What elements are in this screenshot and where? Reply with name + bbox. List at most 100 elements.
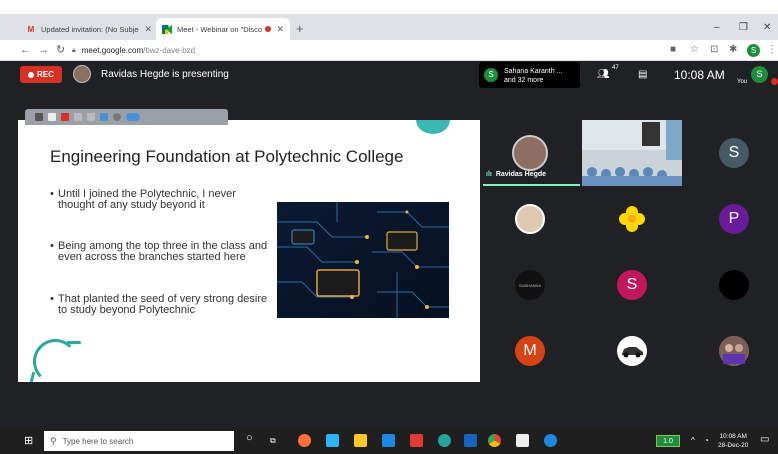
back-icon[interactable]: ← bbox=[20, 44, 31, 56]
ie-icon[interactable] bbox=[544, 434, 557, 447]
gmail-icon: M bbox=[27, 24, 35, 34]
camera-indicator-icon[interactable]: ■ bbox=[670, 43, 676, 57]
notification-icon[interactable]: ▭ bbox=[760, 435, 769, 445]
windows-start-icon[interactable]: ⊞ bbox=[24, 436, 33, 447]
copy-icon[interactable] bbox=[74, 113, 82, 121]
address-bar[interactable]: 🔒︎ meet.google.com /bwz-dave-bzd bbox=[72, 43, 662, 58]
chrome-icon[interactable] bbox=[488, 434, 501, 447]
self-status-dot bbox=[771, 78, 778, 85]
system-time: 10:08 AM bbox=[719, 433, 747, 440]
rec-label: REC bbox=[37, 70, 54, 79]
participants-text: Sahana Karanth ... and 32 more bbox=[504, 67, 562, 85]
close-tab-icon[interactable]: ✕ bbox=[276, 24, 284, 35]
participant-tile[interactable]: M bbox=[480, 318, 580, 384]
battery-indicator[interactable]: 1.0 bbox=[656, 435, 680, 447]
participant-tile[interactable] bbox=[480, 186, 580, 252]
chat-icon[interactable]: ▤ bbox=[638, 69, 647, 81]
edge-icon[interactable] bbox=[438, 434, 451, 447]
task-view-icon[interactable]: ⧉ bbox=[270, 436, 276, 445]
forward-icon[interactable]: → bbox=[38, 44, 49, 56]
participant-avatar: S bbox=[719, 138, 749, 168]
participant-photo bbox=[515, 204, 545, 234]
bullet-text: That planted the seed of very strong des… bbox=[58, 293, 268, 316]
speaking-icon: ılı bbox=[486, 171, 492, 178]
self-label: You bbox=[737, 79, 748, 85]
meet-window: REC Ravidas Hegde is presenting S Sahana… bbox=[0, 61, 778, 428]
store-icon[interactable] bbox=[516, 434, 529, 447]
rec-dot-icon bbox=[28, 71, 35, 78]
meet-icon bbox=[162, 24, 172, 34]
participants-chip[interactable]: S Sahana Karanth ... and 32 more bbox=[479, 62, 580, 88]
participant-tile[interactable]: SUBHANNA bbox=[480, 252, 580, 318]
file-explorer-icon[interactable] bbox=[354, 434, 367, 447]
presenting-text: Ravidas Hegde is presenting bbox=[101, 69, 229, 80]
pointer-icon[interactable] bbox=[100, 113, 108, 121]
circuit-board-image bbox=[277, 202, 449, 318]
doc-icon[interactable] bbox=[48, 113, 56, 121]
menu-icon[interactable]: ⋮ bbox=[767, 43, 777, 57]
participant-photo bbox=[512, 135, 548, 171]
participant-tile[interactable]: ılı Ravidas Hegde bbox=[480, 120, 580, 186]
office-icon[interactable] bbox=[410, 434, 423, 447]
maximize-icon[interactable]: ❐ bbox=[739, 23, 748, 33]
participant-tile[interactable] bbox=[684, 318, 778, 384]
reload-icon[interactable]: ↻ bbox=[56, 44, 65, 56]
system-clock[interactable]: 10:08 AM 28-Dec-20 bbox=[718, 432, 748, 450]
bookmark-star-icon[interactable]: ☆ bbox=[690, 43, 699, 57]
tab-title: Meet - Webinar on "Discove bbox=[177, 24, 263, 34]
new-tab-icon[interactable]: + bbox=[296, 22, 304, 36]
participant-avatar: M bbox=[515, 336, 545, 366]
delete-icon[interactable] bbox=[61, 113, 69, 121]
url-path: /bwz-dave-bzd bbox=[143, 46, 196, 55]
bullet-text: Until I joined the Polytechnic, I never … bbox=[58, 188, 236, 211]
url-host: meet.google.com bbox=[81, 46, 144, 55]
chevron-up-icon[interactable]: ^ bbox=[691, 436, 695, 445]
firefox-icon[interactable] bbox=[298, 434, 311, 447]
slide-title: Engineering Foundation at Polytechnic Co… bbox=[50, 147, 404, 166]
participant-tile[interactable]: P bbox=[684, 186, 778, 252]
slide-bullet: • Until I joined the Polytechnic, I never… bbox=[50, 188, 275, 211]
puzzle-icon[interactable]: ✱ bbox=[729, 43, 737, 57]
taskbar-search[interactable]: ⚲ Type here to search bbox=[44, 431, 234, 451]
participants-line1: Sahana Karanth ... bbox=[504, 68, 563, 75]
settings-icon[interactable] bbox=[113, 113, 121, 121]
participant-video-tile[interactable] bbox=[582, 120, 682, 186]
participant-tile[interactable]: S bbox=[582, 252, 682, 318]
participant-tile[interactable] bbox=[684, 252, 778, 318]
tab-title: Updated invitation: (No Subject) bbox=[41, 24, 140, 34]
network-icon[interactable]: ◔ bbox=[704, 436, 709, 445]
participant-tile[interactable] bbox=[582, 318, 682, 384]
mail-icon[interactable] bbox=[382, 434, 395, 447]
participants-line2: and 32 more bbox=[504, 77, 544, 84]
slide-bullet: • That planted the seed of very strong de… bbox=[50, 293, 275, 316]
chevron-icon[interactable] bbox=[35, 113, 43, 121]
cortana-icon[interactable]: ○ bbox=[246, 433, 253, 444]
presentation-slide: Engineering Foundation at Polytechnic Co… bbox=[18, 120, 480, 382]
tab-meet[interactable]: Meet - Webinar on "Discove ✕ bbox=[156, 18, 290, 40]
toggle-icon[interactable] bbox=[126, 113, 140, 121]
system-date: 28-Dec-20 bbox=[718, 442, 749, 449]
people-count: 47 bbox=[612, 65, 619, 71]
close-window-icon[interactable]: ✕ bbox=[763, 23, 771, 33]
participant-tile[interactable]: S bbox=[684, 120, 778, 186]
people-icon[interactable]: 👥︎ bbox=[597, 69, 610, 81]
decorative-stem bbox=[29, 371, 36, 382]
slide-toolbar[interactable] bbox=[25, 109, 228, 125]
car-avatar bbox=[617, 336, 647, 366]
decorative-arc bbox=[33, 339, 78, 382]
profile-avatar[interactable]: S bbox=[747, 44, 760, 57]
participant-name: ılı Ravidas Hegde bbox=[486, 171, 547, 178]
self-avatar[interactable]: S bbox=[751, 66, 768, 83]
close-tab-icon[interactable]: ✕ bbox=[144, 24, 152, 35]
extension-icon[interactable]: ⊡ bbox=[710, 43, 718, 57]
meet-top-bar: REC Ravidas Hegde is presenting S Sahana… bbox=[0, 61, 778, 89]
participant-avatar: S bbox=[484, 68, 498, 82]
app-l-icon[interactable] bbox=[326, 434, 339, 447]
pen-icon[interactable] bbox=[87, 113, 95, 121]
word-icon[interactable] bbox=[464, 434, 477, 447]
participant-tile[interactable] bbox=[582, 186, 682, 252]
browser-titlebar: M Updated invitation: (No Subject) ✕ Mee… bbox=[0, 14, 778, 40]
participant-avatar bbox=[719, 270, 749, 300]
tab-gmail[interactable]: M Updated invitation: (No Subject) ✕ bbox=[20, 18, 158, 40]
minimize-icon[interactable]: – bbox=[714, 23, 720, 33]
